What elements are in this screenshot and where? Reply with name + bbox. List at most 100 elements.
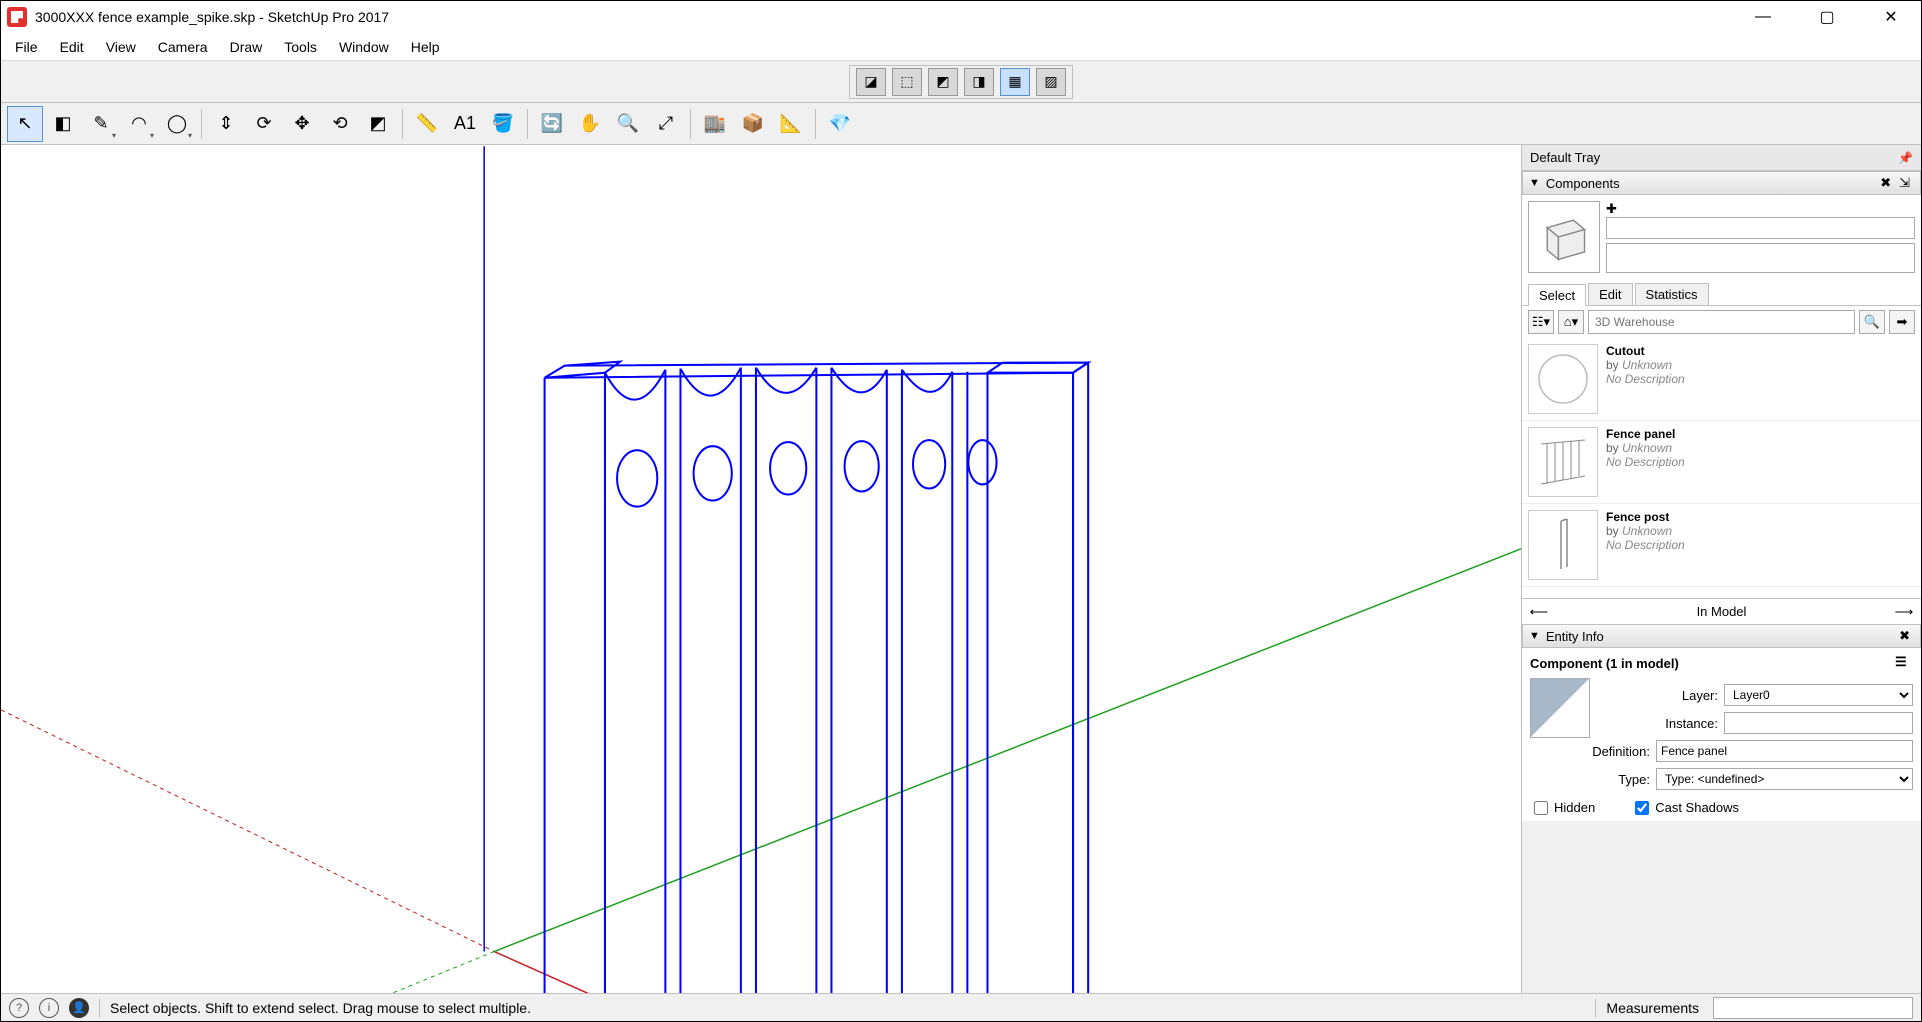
- paint-tool[interactable]: 🪣: [485, 106, 521, 142]
- expand-panel-icon[interactable]: ⇲: [1895, 175, 1914, 191]
- ruby-tool[interactable]: 💎: [822, 106, 858, 142]
- help-icon[interactable]: ?: [9, 998, 29, 1018]
- search-icon[interactable]: 🔍: [1859, 310, 1885, 334]
- pan-tool[interactable]: ✋: [572, 106, 608, 142]
- component-desc: No Description: [1606, 538, 1915, 552]
- component-tabs: Select Edit Statistics: [1522, 279, 1921, 306]
- component-name: Cutout: [1606, 344, 1915, 358]
- menu-window[interactable]: Window: [329, 35, 399, 59]
- warehouse-tool[interactable]: 🏬: [697, 106, 733, 142]
- list-item[interactable]: Fence panelby UnknownNo Description: [1522, 421, 1921, 504]
- extension-tool[interactable]: 📦: [735, 106, 771, 142]
- list-item[interactable]: Cutoutby UnknownNo Description: [1522, 338, 1921, 421]
- add-component-icon[interactable]: ✚: [1606, 201, 1915, 217]
- component-desc-input[interactable]: [1606, 243, 1915, 273]
- nav-forward-icon[interactable]: ⟶: [1893, 604, 1915, 620]
- select-tool[interactable]: ↖: [7, 106, 43, 142]
- component-desc: No Description: [1606, 455, 1915, 469]
- type-select[interactable]: Type: <undefined>: [1656, 768, 1913, 790]
- menu-file[interactable]: File: [5, 35, 48, 59]
- status-hint: Select objects. Shift to extend select. …: [110, 1000, 531, 1016]
- style-wireframe-icon[interactable]: ⬚: [892, 68, 922, 96]
- collapse-icon: ▼: [1529, 630, 1540, 642]
- entity-swatch[interactable]: [1530, 678, 1590, 738]
- layer-select[interactable]: Layer0: [1724, 684, 1913, 706]
- list-item[interactable]: Fence postby UnknownNo Description: [1522, 504, 1921, 587]
- statusbar: ? i 👤 Select objects. Shift to extend se…: [1, 993, 1921, 1021]
- window-title: 3000XXX fence example_spike.skp - Sketch…: [35, 9, 1743, 25]
- component-filter-row: ☷▾ ⌂▾ 🔍 ➡: [1522, 306, 1921, 338]
- pushpull-tool[interactable]: ⇕: [208, 106, 244, 142]
- user-icon[interactable]: 👤: [69, 998, 89, 1018]
- hidden-checkbox[interactable]: Hidden: [1534, 800, 1595, 815]
- component-nav: ⟵ In Model ⟶: [1522, 598, 1921, 624]
- instance-label: Instance:: [1598, 716, 1718, 731]
- measurements-input[interactable]: [1713, 997, 1913, 1019]
- menu-view[interactable]: View: [96, 35, 146, 59]
- component-name-input[interactable]: [1606, 217, 1915, 239]
- scale-tool[interactable]: ◩: [360, 106, 396, 142]
- info-icon[interactable]: i: [39, 998, 59, 1018]
- filter-view-icon[interactable]: ☷▾: [1528, 310, 1554, 334]
- definition-label: Definition:: [1530, 744, 1650, 759]
- pin-icon[interactable]: 📌: [1898, 151, 1913, 165]
- tab-select[interactable]: Select: [1528, 284, 1586, 306]
- style-xray-icon[interactable]: ▨: [1036, 68, 1066, 96]
- component-preview: ✚: [1522, 195, 1921, 279]
- minimize-button[interactable]: —: [1743, 2, 1783, 32]
- close-button[interactable]: ✕: [1871, 2, 1911, 32]
- instance-input[interactable]: [1724, 712, 1913, 734]
- close-panel-icon[interactable]: ✖: [1895, 628, 1914, 644]
- type-label: Type:: [1530, 772, 1650, 787]
- menu-edit[interactable]: Edit: [50, 35, 94, 59]
- tray-title: Default Tray: [1530, 150, 1600, 165]
- style-shaded-icon[interactable]: ◪: [856, 68, 886, 96]
- components-panel-header[interactable]: ▼ Components ✖ ⇲: [1522, 171, 1921, 195]
- filter-home-icon[interactable]: ⌂▾: [1558, 310, 1584, 334]
- app-icon: [7, 7, 27, 27]
- component-list[interactable]: Cutoutby UnknownNo DescriptionFence pane…: [1522, 338, 1921, 598]
- window-controls: — ▢ ✕: [1743, 2, 1911, 32]
- cast-shadows-checkbox[interactable]: Cast Shadows: [1635, 800, 1739, 815]
- search-input[interactable]: [1588, 310, 1855, 334]
- orbit-tool[interactable]: 🔄: [534, 106, 570, 142]
- style-hiddenline-icon[interactable]: ◩: [928, 68, 958, 96]
- menu-camera[interactable]: Camera: [148, 35, 218, 59]
- rotate-tool[interactable]: ⟲: [322, 106, 358, 142]
- tab-statistics[interactable]: Statistics: [1635, 283, 1709, 305]
- collapse-icon: ▼: [1529, 177, 1540, 189]
- tray-header[interactable]: Default Tray 📌: [1522, 145, 1921, 171]
- entity-panel-header[interactable]: ▼ Entity Info ✖: [1522, 624, 1921, 648]
- close-panel-icon[interactable]: ✖: [1876, 175, 1895, 191]
- zoom-extents-tool[interactable]: ⤢: [648, 106, 684, 142]
- component-author: by Unknown: [1606, 524, 1915, 538]
- tab-edit[interactable]: Edit: [1588, 283, 1632, 305]
- circle-tool[interactable]: ◯: [159, 106, 195, 142]
- nav-back-icon[interactable]: ⟵: [1528, 604, 1550, 620]
- arc-tool[interactable]: ◠: [121, 106, 157, 142]
- menu-draw[interactable]: Draw: [220, 35, 273, 59]
- offset-tool[interactable]: ⟳: [246, 106, 282, 142]
- style-textured-icon[interactable]: ▦: [1000, 68, 1030, 96]
- entity-details-icon[interactable]: ☰: [1895, 654, 1913, 672]
- text-tool[interactable]: A1: [447, 106, 483, 142]
- zoom-tool[interactable]: 🔍: [610, 106, 646, 142]
- menu-tools[interactable]: Tools: [274, 35, 327, 59]
- component-thumbnail[interactable]: [1528, 201, 1600, 273]
- entity-info-body: Component (1 in model) ☰ Layer:Layer0 In…: [1522, 648, 1921, 821]
- component-thumb: [1528, 510, 1598, 580]
- move-tool[interactable]: ✥: [284, 106, 320, 142]
- pencil-tool[interactable]: ✎: [83, 106, 119, 142]
- layout-tool[interactable]: 📐: [773, 106, 809, 142]
- entity-header-label: Entity Info: [1546, 629, 1604, 644]
- definition-input[interactable]: [1656, 740, 1913, 762]
- tape-tool[interactable]: 📏: [409, 106, 445, 142]
- eraser-tool[interactable]: ◧: [45, 106, 81, 142]
- viewport[interactable]: [1, 145, 1521, 993]
- component-author: by Unknown: [1606, 358, 1915, 372]
- style-mono-icon[interactable]: ◨: [964, 68, 994, 96]
- menu-help[interactable]: Help: [401, 35, 450, 59]
- maximize-button[interactable]: ▢: [1807, 2, 1847, 32]
- search-go-icon[interactable]: ➡: [1889, 310, 1915, 334]
- component-thumb: [1528, 344, 1598, 414]
